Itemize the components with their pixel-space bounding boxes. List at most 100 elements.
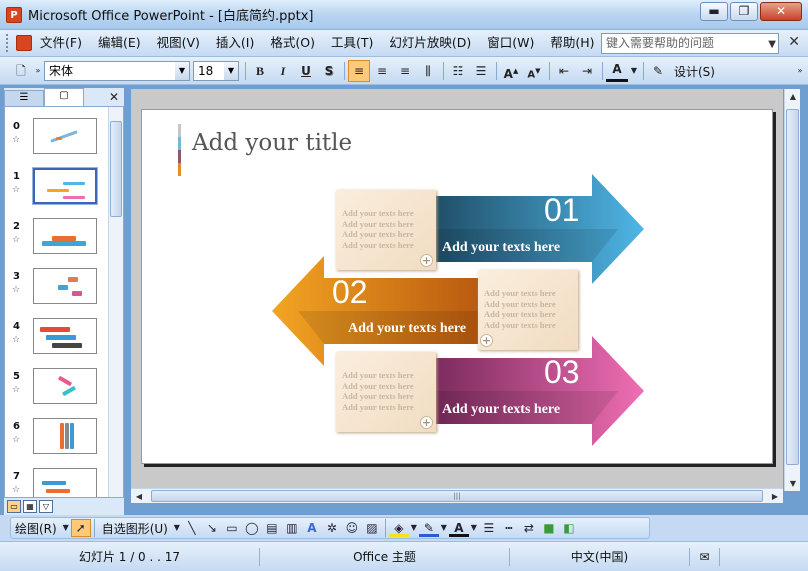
slide-thumb-5[interactable]: 5 ☆ [5, 365, 109, 415]
slide-thumbnail-image[interactable] [33, 468, 97, 497]
toolbar-overflow-icon[interactable]: » [795, 60, 805, 82]
restore-button[interactable]: ❐ [730, 2, 758, 21]
slide-canvas[interactable]: Add your title 01 Add your texts here Ad… [141, 109, 773, 464]
numbered-list-icon[interactable]: ☷ [447, 60, 469, 82]
design-icon[interactable]: ✎ [647, 60, 669, 82]
textbox-tool-icon[interactable]: ▤ [262, 519, 282, 537]
align-right-icon[interactable]: ≡ [394, 60, 416, 82]
chevron-down-icon[interactable]: ▼ [439, 519, 449, 537]
slide-thumbnail-image[interactable] [32, 167, 98, 205]
slideshow-view-icon[interactable]: ▽ [39, 500, 53, 513]
slide-thumb-7[interactable]: 7 ☆ [5, 465, 109, 497]
chevron-down-icon[interactable]: ▼ [629, 60, 639, 82]
bulleted-list-icon[interactable]: ☰ [470, 60, 492, 82]
slide-thumb-1[interactable]: 1 ☆ [5, 165, 109, 215]
font-size-select[interactable]: 18 ▼ [193, 61, 239, 81]
chevron-down-icon[interactable]: ▼ [61, 519, 71, 537]
menu-insert[interactable]: 插入(I) [208, 32, 262, 54]
chevron-down-icon[interactable]: ▼ [768, 35, 776, 54]
toolbar-options-icon[interactable]: » [33, 60, 43, 82]
autoshapes-menu-button[interactable]: 自选图形(U) [98, 520, 172, 537]
fill-color-icon[interactable]: ◈ [388, 519, 409, 537]
close-button[interactable]: ✕ [760, 2, 802, 21]
menu-edit[interactable]: 编辑(E) [90, 32, 149, 54]
tab-outline[interactable]: ☰ [4, 90, 44, 106]
arrow-tool-icon[interactable]: ↘ [202, 519, 222, 537]
decrease-font-icon[interactable]: A▼ [523, 60, 545, 82]
slide-thumb-3[interactable]: 3 ☆ [5, 265, 109, 315]
tab-slides[interactable]: ▢ [44, 88, 84, 106]
menu-grip-handle[interactable] [6, 34, 12, 52]
bold-button[interactable]: B [249, 60, 271, 82]
slide-thumbnail-image[interactable] [33, 118, 97, 154]
oval-tool-icon[interactable]: ◯ [242, 519, 262, 537]
chevron-down-icon[interactable]: ▼ [175, 62, 189, 80]
dash-style-icon[interactable]: ┅ [499, 519, 519, 537]
columns-icon[interactable]: ⫼ [417, 60, 439, 82]
pane-close-button[interactable]: ✕ [104, 88, 124, 106]
slide-thumb-6[interactable]: 6 ☆ [5, 415, 109, 465]
slide-thumbnail-image[interactable] [33, 418, 97, 454]
menu-format[interactable]: 格式(O) [262, 32, 323, 54]
slide-thumbnail-image[interactable] [33, 268, 97, 304]
vertical-scroll-thumb[interactable] [786, 109, 799, 465]
chevron-down-icon[interactable]: ▼ [172, 519, 182, 537]
arrow-style-icon[interactable]: ⇄ [519, 519, 539, 537]
draw-menu-button[interactable]: 绘图(R) [11, 520, 61, 537]
slide-thumb-2[interactable]: 2 ☆ [5, 215, 109, 265]
slide-thumb-4[interactable]: 4 ☆ [5, 315, 109, 365]
menu-file[interactable]: 文件(F) [32, 32, 90, 54]
menu-view[interactable]: 视图(V) [149, 32, 208, 54]
increase-font-icon[interactable]: A▲ [500, 60, 522, 82]
note-card-03[interactable]: Add your texts here Add your texts here … [336, 352, 436, 432]
clipart-icon[interactable]: ☺ [342, 519, 362, 537]
align-center-icon[interactable]: ≡ [371, 60, 393, 82]
increase-indent-icon[interactable]: ⇥ [576, 60, 598, 82]
menu-tools[interactable]: 工具(T) [323, 32, 381, 54]
thumbnails-scroll-thumb[interactable] [110, 121, 122, 217]
font-name-select[interactable]: 宋体 ▼ [44, 61, 190, 81]
picture-icon[interactable]: ▨ [362, 519, 382, 537]
scroll-left-icon[interactable]: ◀ [131, 489, 147, 504]
shadow-style-icon[interactable]: ■ [539, 519, 559, 537]
powerpoint-app-icon[interactable]: P [6, 6, 22, 23]
slide-title[interactable]: Add your title [192, 130, 352, 156]
help-search-input[interactable]: 键入需要帮助的问题 ▼ [601, 33, 779, 54]
select-pointer-icon[interactable]: ➚ [70, 519, 91, 537]
arrow-03-shape[interactable] [432, 336, 644, 446]
decrease-indent-icon[interactable]: ⇤ [553, 60, 575, 82]
scroll-up-icon[interactable]: ▲ [785, 89, 801, 104]
normal-view-icon[interactable]: ▭ [7, 500, 21, 513]
vertical-scrollbar[interactable]: ▲ ▼ [784, 89, 800, 491]
font-color-icon[interactable]: A [606, 60, 628, 82]
diagram-icon[interactable]: ✲ [322, 519, 342, 537]
menu-window[interactable]: 窗口(W) [479, 32, 542, 54]
minimize-button[interactable]: ▬ [700, 2, 728, 21]
italic-button[interactable]: I [272, 60, 294, 82]
slide-thumbnail-image[interactable] [33, 318, 97, 354]
document-close-button[interactable]: ✕ [788, 34, 800, 50]
document-icon[interactable] [16, 35, 32, 51]
spelling-check-icon[interactable]: ✉ [690, 547, 720, 566]
slide-thumbnail-image[interactable] [33, 218, 97, 254]
thumbnails-scrollbar[interactable] [108, 107, 123, 497]
3d-style-icon[interactable]: ◧ [559, 519, 579, 537]
wordart-icon[interactable]: A [302, 519, 322, 537]
horizontal-scroll-thumb[interactable]: ||| [151, 490, 763, 502]
scroll-right-icon[interactable]: ▶ [767, 489, 783, 504]
chevron-down-icon[interactable]: ▼ [224, 62, 238, 80]
design-button[interactable]: 设计(S) [670, 63, 719, 80]
line-tool-icon[interactable]: ╲ [182, 519, 202, 537]
line-style-icon[interactable]: ☰ [479, 519, 499, 537]
chevron-down-icon[interactable]: ▼ [409, 519, 419, 537]
rectangle-tool-icon[interactable]: ▭ [222, 519, 242, 537]
menu-slideshow[interactable]: 幻灯片放映(D) [381, 32, 479, 54]
font-color-draw-icon[interactable]: A [448, 519, 469, 537]
align-left-icon[interactable]: ≡ [348, 60, 370, 82]
underline-button[interactable]: U [295, 60, 317, 82]
slide-sorter-view-icon[interactable]: ▦ [23, 500, 37, 513]
shadow-button[interactable]: S [318, 60, 340, 82]
line-color-icon[interactable]: ✎ [418, 519, 439, 537]
scroll-down-icon[interactable]: ▼ [785, 476, 801, 491]
new-document-icon[interactable]: 🗋 [10, 60, 32, 82]
